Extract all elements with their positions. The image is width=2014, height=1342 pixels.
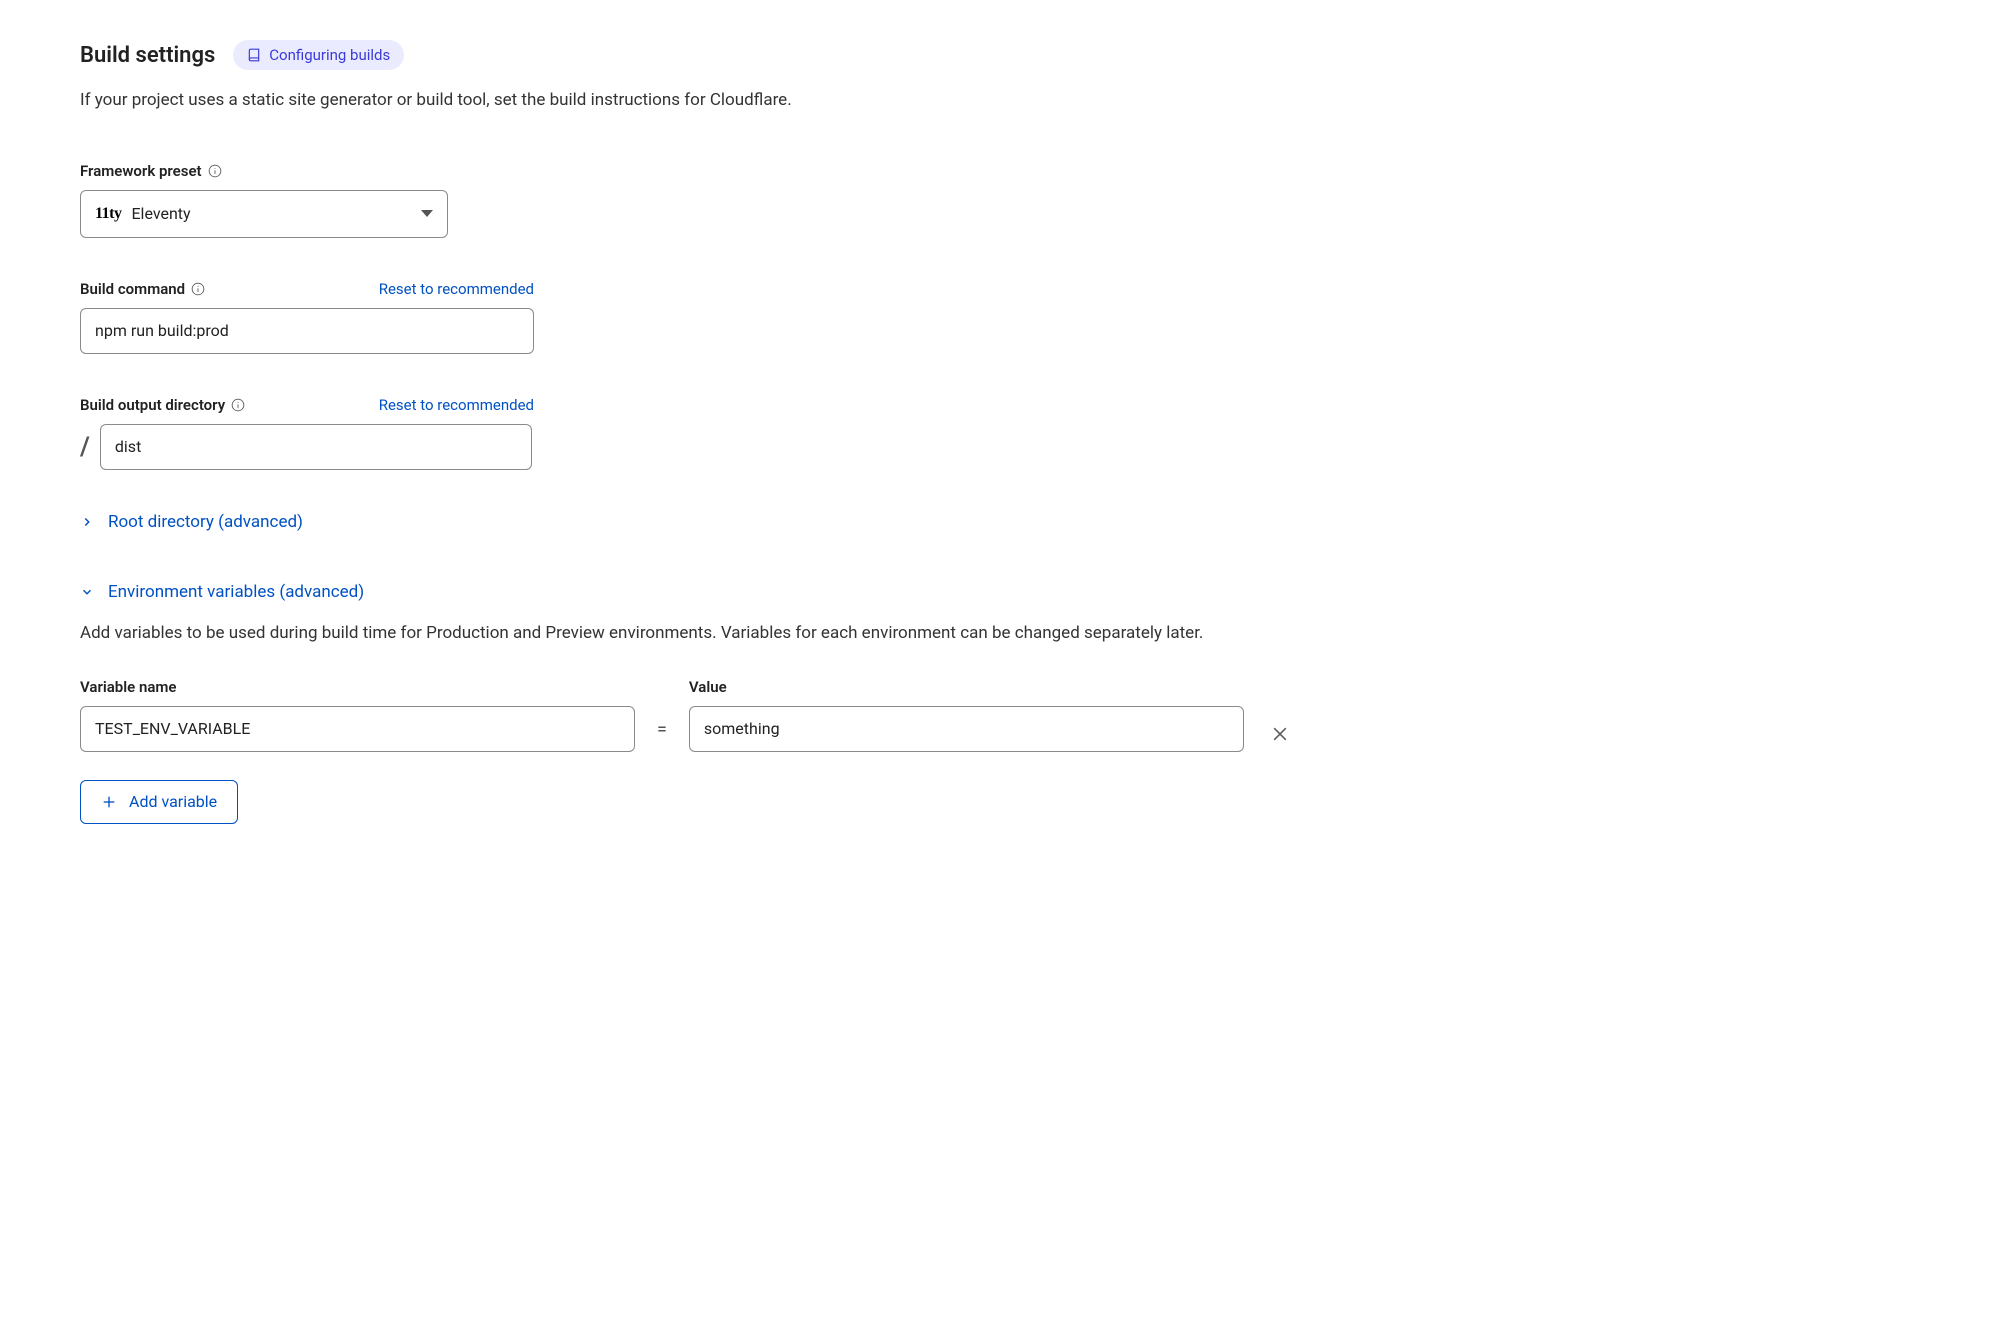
root-directory-toggle[interactable]: Root directory (advanced) bbox=[80, 512, 1934, 532]
close-icon bbox=[1270, 724, 1290, 744]
output-directory-input[interactable] bbox=[100, 424, 532, 470]
chevron-down-icon bbox=[80, 585, 94, 599]
framework-preset-select[interactable]: 11ty Eleventy bbox=[80, 190, 448, 238]
badge-label: Configuring builds bbox=[269, 46, 390, 64]
env-variables-toggle[interactable]: Environment variables (advanced) bbox=[80, 582, 1934, 602]
path-prefix: / bbox=[80, 432, 90, 462]
info-icon bbox=[208, 164, 222, 178]
build-command-input[interactable] bbox=[80, 308, 534, 354]
section-description: If your project uses a static site gener… bbox=[80, 88, 1934, 114]
build-command-label: Build command bbox=[80, 280, 205, 298]
remove-variable-button[interactable] bbox=[1266, 724, 1294, 752]
env-description: Add variables to be used during build ti… bbox=[80, 620, 1235, 646]
info-icon bbox=[191, 282, 205, 296]
env-variables-label: Environment variables (advanced) bbox=[108, 582, 364, 602]
page-title: Build settings bbox=[80, 43, 215, 68]
equals-sign: = bbox=[657, 719, 667, 752]
output-directory-label: Build output directory bbox=[80, 396, 245, 414]
book-icon bbox=[247, 48, 261, 62]
add-variable-button[interactable]: Add variable bbox=[80, 780, 238, 824]
framework-selected-value: Eleventy bbox=[131, 204, 411, 223]
add-variable-label: Add variable bbox=[129, 792, 217, 811]
plus-icon bbox=[101, 794, 117, 810]
eleventy-logo-icon: 11ty bbox=[95, 205, 121, 223]
chevron-down-icon bbox=[421, 210, 433, 217]
framework-preset-label: Framework preset bbox=[80, 162, 222, 180]
env-variable-row: Variable name = Value bbox=[80, 678, 1934, 752]
variable-value-label: Value bbox=[689, 678, 1244, 696]
reset-build-command-link[interactable]: Reset to recommended bbox=[379, 280, 534, 298]
configuring-builds-link[interactable]: Configuring builds bbox=[233, 40, 404, 70]
variable-name-input[interactable] bbox=[80, 706, 635, 752]
variable-name-label: Variable name bbox=[80, 678, 635, 696]
root-directory-label: Root directory (advanced) bbox=[108, 512, 303, 532]
info-icon bbox=[231, 398, 245, 412]
chevron-right-icon bbox=[80, 515, 94, 529]
variable-value-input[interactable] bbox=[689, 706, 1244, 752]
reset-output-directory-link[interactable]: Reset to recommended bbox=[379, 396, 534, 414]
